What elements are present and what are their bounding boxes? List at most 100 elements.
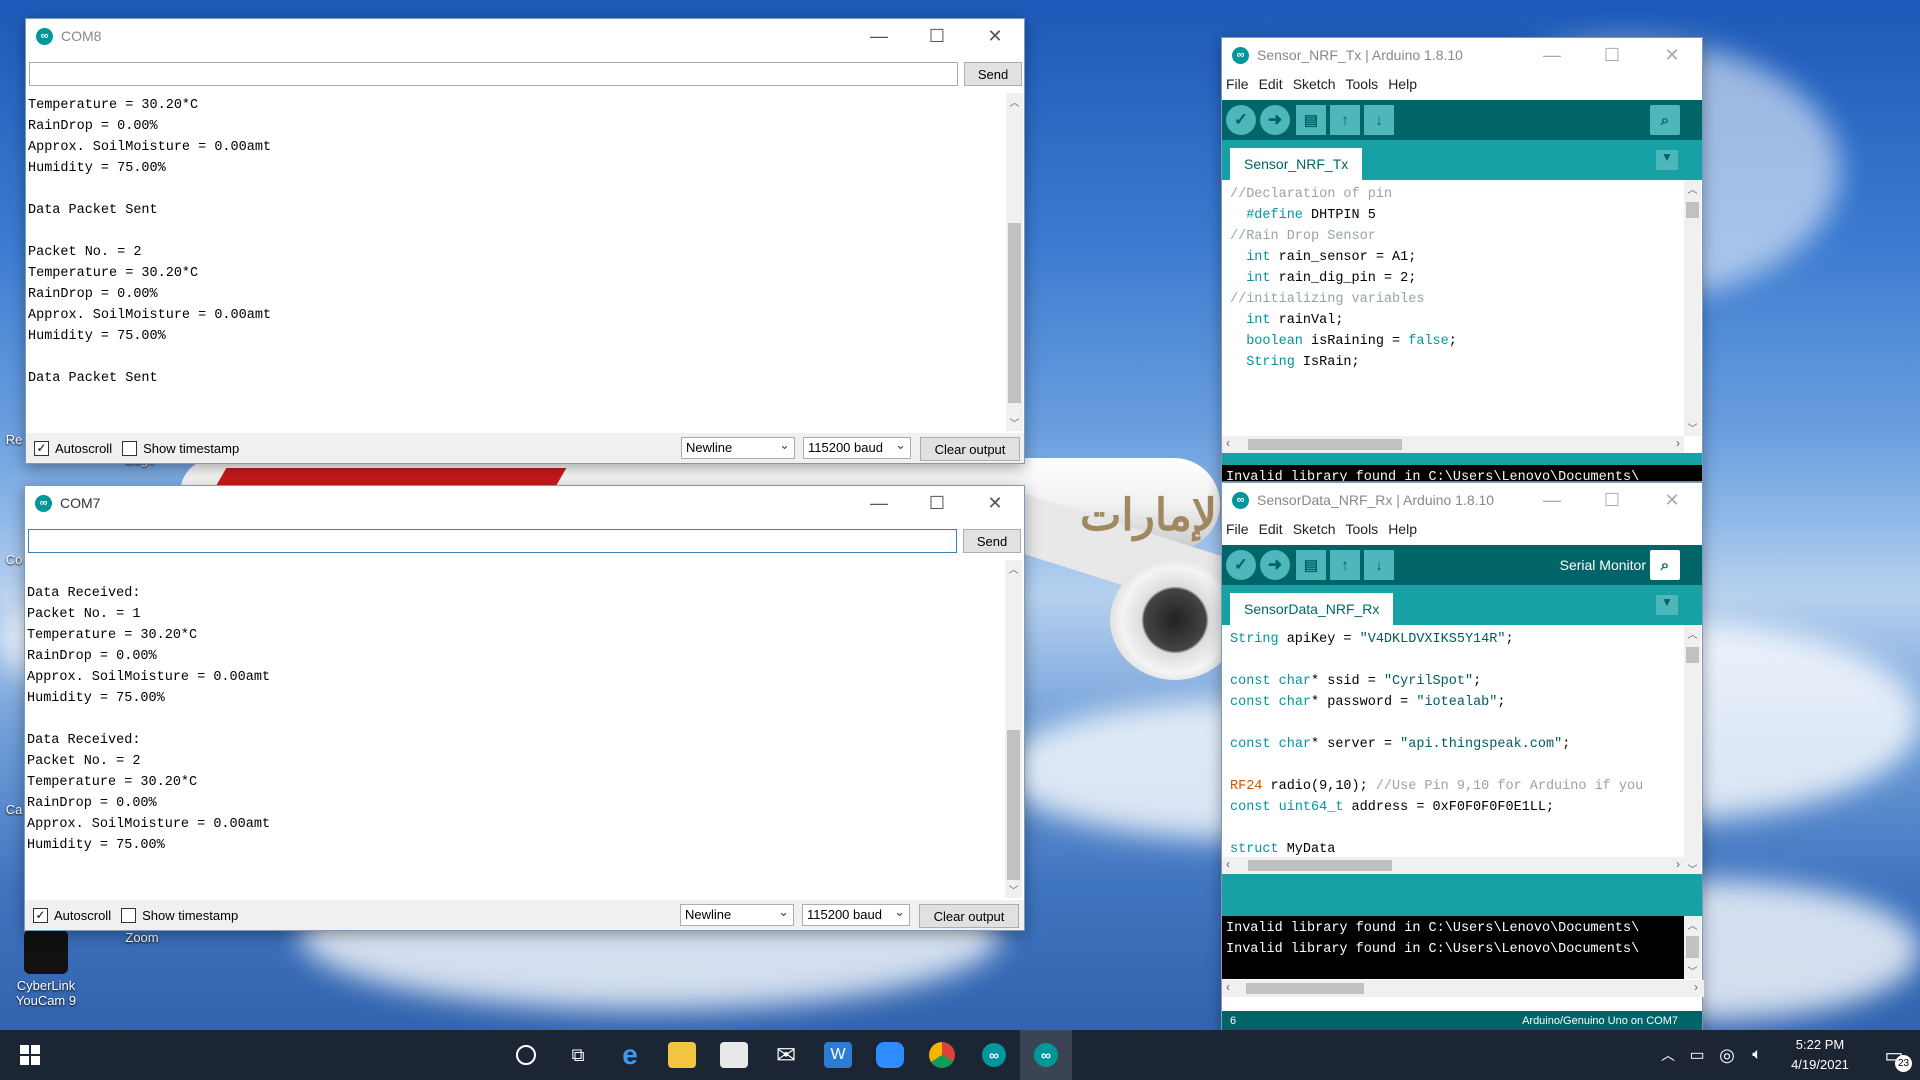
output-line: Invalid library found in C:\Users\Lenovo… bbox=[1226, 942, 1640, 957]
menu-file[interactable]: File bbox=[1226, 521, 1249, 537]
clear-output-button[interactable]: Clear output bbox=[919, 904, 1019, 928]
verify-icon[interactable]: ✓ bbox=[1226, 550, 1256, 580]
scroll-down-icon[interactable]: ﹀ bbox=[1684, 419, 1701, 436]
clear-output-button[interactable]: Clear output bbox=[920, 437, 1020, 461]
cortana-search-icon[interactable] bbox=[500, 1030, 552, 1080]
word-icon[interactable]: W bbox=[812, 1030, 864, 1080]
taskbar-edge-icon[interactable]: e bbox=[604, 1030, 656, 1080]
save-sketch-icon[interactable]: ↓ bbox=[1364, 550, 1394, 580]
upload-icon[interactable]: ➜ bbox=[1260, 550, 1290, 580]
minimize-icon[interactable]: — bbox=[1522, 38, 1582, 72]
code-token: * password = bbox=[1311, 695, 1417, 710]
horizontal-scrollbar[interactable]: ‹ › bbox=[1222, 857, 1684, 874]
vertical-scrollbar[interactable]: ︿ ﹀ bbox=[1006, 93, 1023, 431]
minimize-icon[interactable]: — bbox=[850, 19, 908, 53]
tab-menu-icon[interactable]: ▼ bbox=[1656, 595, 1678, 615]
send-button[interactable]: Send bbox=[964, 62, 1022, 86]
minimize-icon[interactable]: — bbox=[1522, 483, 1582, 517]
close-icon[interactable]: ✕ bbox=[966, 19, 1024, 53]
scroll-up-icon[interactable]: ︿ bbox=[1684, 625, 1701, 642]
new-sketch-icon[interactable]: ▤ bbox=[1296, 105, 1326, 135]
desktop-icon-zoom[interactable]: Zoom bbox=[98, 930, 186, 945]
scroll-up-icon[interactable]: ︿ bbox=[1006, 93, 1023, 110]
output-line: Humidity = 75.00% bbox=[27, 838, 165, 853]
open-sketch-icon[interactable]: ↑ bbox=[1330, 550, 1360, 580]
scroll-right-icon[interactable]: › bbox=[1694, 980, 1698, 994]
vertical-scrollbar[interactable]: ︿ ﹀ bbox=[1005, 560, 1022, 898]
zoom-icon[interactable] bbox=[864, 1030, 916, 1080]
minimize-icon[interactable]: — bbox=[850, 486, 908, 520]
scroll-down-icon[interactable]: ﹀ bbox=[1006, 414, 1023, 431]
chrome-icon[interactable] bbox=[916, 1030, 968, 1080]
line-ending-select[interactable]: Newline bbox=[681, 437, 795, 459]
clock[interactable]: 5:22 PM 4/19/2021 bbox=[1772, 1035, 1868, 1075]
menu-tools[interactable]: Tools bbox=[1346, 76, 1379, 92]
microsoft-store-icon[interactable] bbox=[708, 1030, 760, 1080]
serial-send-input[interactable] bbox=[28, 529, 957, 553]
start-button[interactable] bbox=[0, 1030, 60, 1080]
serial-monitor-icon[interactable]: ⌕ bbox=[1650, 105, 1680, 135]
maximize-icon[interactable]: ☐ bbox=[1582, 483, 1642, 517]
scroll-right-icon[interactable]: › bbox=[1676, 436, 1680, 450]
vertical-scrollbar[interactable]: ︿ ﹀ bbox=[1684, 180, 1701, 436]
horizontal-scrollbar[interactable]: ‹ › bbox=[1222, 436, 1684, 453]
menu-edit[interactable]: Edit bbox=[1259, 76, 1283, 92]
task-view-icon[interactable]: ⧉ bbox=[552, 1030, 604, 1080]
scroll-up-icon[interactable]: ︿ bbox=[1684, 916, 1701, 933]
maximize-icon[interactable]: ☐ bbox=[908, 486, 966, 520]
close-icon[interactable]: ✕ bbox=[1642, 483, 1702, 517]
serial-monitor-icon[interactable]: ⌕ bbox=[1650, 550, 1680, 580]
menu-help[interactable]: Help bbox=[1388, 521, 1417, 537]
tab-sensor-nrf-tx[interactable]: Sensor_NRF_Tx bbox=[1230, 148, 1363, 180]
arduino-taskbar-icon[interactable]: ∞ bbox=[968, 1030, 1020, 1080]
network-icon[interactable]: ◎ bbox=[1712, 1030, 1742, 1080]
show-timestamp-checkbox[interactable] bbox=[122, 440, 138, 456]
verify-icon[interactable]: ✓ bbox=[1226, 105, 1256, 135]
menu-sketch[interactable]: Sketch bbox=[1293, 76, 1336, 92]
volume-icon[interactable]: 🔈︎ bbox=[1742, 1030, 1772, 1080]
baud-rate-select[interactable]: 115200 baud bbox=[802, 904, 910, 926]
scroll-left-icon[interactable]: ‹ bbox=[1226, 980, 1230, 994]
console-scrollbar[interactable]: ︿ ﹀ bbox=[1684, 916, 1701, 979]
mail-icon[interactable]: ✉ bbox=[760, 1030, 812, 1080]
scroll-left-icon[interactable]: ‹ bbox=[1226, 857, 1230, 871]
menu-tools[interactable]: Tools bbox=[1346, 521, 1379, 537]
code-editor[interactable]: String apiKey = "V4DKLDVXIKS5Y14R"; cons… bbox=[1222, 625, 1682, 873]
save-sketch-icon[interactable]: ↓ bbox=[1364, 105, 1394, 135]
baud-rate-select[interactable]: 115200 baud bbox=[803, 437, 911, 459]
code-editor[interactable]: //Declaration of pin #define DHTPIN 5 //R… bbox=[1222, 180, 1682, 434]
serial-send-input[interactable] bbox=[29, 62, 958, 86]
autoscroll-checkbox[interactable]: ✓ bbox=[34, 440, 49, 456]
autoscroll-checkbox[interactable]: ✓ bbox=[33, 907, 48, 923]
menu-edit[interactable]: Edit bbox=[1259, 521, 1283, 537]
upload-icon[interactable]: ➜ bbox=[1260, 105, 1290, 135]
file-explorer-icon[interactable] bbox=[656, 1030, 708, 1080]
scroll-down-icon[interactable]: ﹀ bbox=[1684, 962, 1701, 979]
menu-file[interactable]: File bbox=[1226, 76, 1249, 92]
open-sketch-icon[interactable]: ↑ bbox=[1330, 105, 1360, 135]
arduino-active-taskbar-icon[interactable]: ∞ bbox=[1020, 1030, 1072, 1080]
console-horizontal-scrollbar[interactable]: ‹ › bbox=[1222, 980, 1704, 997]
desktop-icon-cyberlink-youcam[interactable]: CyberLink YouCam 9 bbox=[2, 930, 90, 1008]
new-sketch-icon[interactable]: ▤ bbox=[1296, 550, 1326, 580]
menu-help[interactable]: Help bbox=[1388, 76, 1417, 92]
close-icon[interactable]: ✕ bbox=[966, 486, 1024, 520]
tab-menu-icon[interactable]: ▼ bbox=[1656, 150, 1678, 170]
menu-sketch[interactable]: Sketch bbox=[1293, 521, 1336, 537]
tab-sensordata-nrf-rx[interactable]: SensorData_NRF_Rx bbox=[1230, 593, 1394, 625]
close-icon[interactable]: ✕ bbox=[1642, 38, 1702, 72]
send-button[interactable]: Send bbox=[963, 529, 1021, 553]
maximize-icon[interactable]: ☐ bbox=[908, 19, 966, 53]
scroll-right-icon[interactable]: › bbox=[1676, 857, 1680, 871]
battery-icon[interactable]: ▭ bbox=[1682, 1030, 1712, 1080]
show-timestamp-checkbox[interactable] bbox=[121, 907, 137, 923]
line-ending-select[interactable]: Newline bbox=[680, 904, 794, 926]
vertical-scrollbar[interactable]: ︿ ﹀ bbox=[1684, 625, 1701, 877]
notification-center-icon[interactable]: ▭ 23 bbox=[1868, 1030, 1920, 1080]
scroll-down-icon[interactable]: ﹀ bbox=[1005, 881, 1022, 898]
scroll-left-icon[interactable]: ‹ bbox=[1226, 436, 1230, 450]
show-hidden-icons-icon[interactable]: ︿ bbox=[1654, 1030, 1682, 1080]
maximize-icon[interactable]: ☐ bbox=[1582, 38, 1642, 72]
scroll-up-icon[interactable]: ︿ bbox=[1684, 180, 1701, 197]
scroll-up-icon[interactable]: ︿ bbox=[1005, 560, 1022, 577]
